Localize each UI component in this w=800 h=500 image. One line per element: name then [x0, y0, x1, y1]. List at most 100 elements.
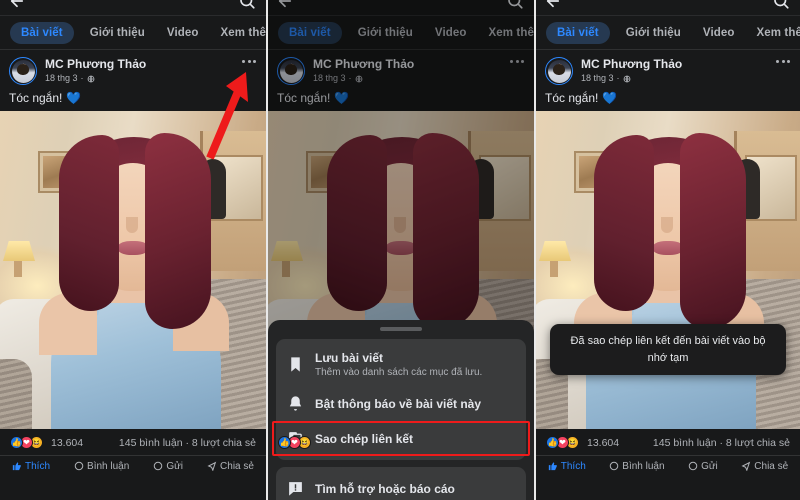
- like-button[interactable]: Thích: [548, 461, 586, 472]
- hair-front-right: [680, 133, 746, 329]
- sheet-item-report[interactable]: Tìm hỗ trợ hoặc báo cáo: [276, 471, 526, 500]
- post-photo[interactable]: Đã sao chép liên kết đến bài viết vào bộ…: [536, 111, 800, 429]
- hair-front-left: [59, 135, 119, 311]
- post-caption: Tóc ngắn! 💙: [0, 88, 266, 111]
- reaction-count: 13.604: [51, 436, 84, 449]
- sheet-item-notifications[interactable]: Bật thông báo về bài viết này: [276, 386, 526, 421]
- avatar[interactable]: [9, 57, 37, 85]
- sheet-primary-card: Lưu bài viết Thêm vào danh sách các mục …: [272, 339, 530, 460]
- tab-more[interactable]: Xem thêm: [751, 22, 800, 44]
- post-header-3: MC Phương Thảo 18 thg 3 ·: [536, 50, 800, 88]
- tab-more-label: Xem thêm: [220, 26, 266, 39]
- send-button[interactable]: Gửi: [153, 461, 183, 472]
- share-button[interactable]: Chia sẻ: [207, 461, 254, 472]
- more-options-icon[interactable]: [776, 60, 790, 63]
- share-button-label: Chia sẻ: [220, 460, 254, 472]
- share-icon: [741, 461, 751, 471]
- post-meta: 18 thg 3 ·: [581, 73, 682, 84]
- send-icon: [688, 461, 698, 471]
- reaction-icons: 👍 ❤ 😆: [10, 436, 43, 449]
- post-caption: Tóc ngắn! 💙: [536, 88, 800, 111]
- post-author-name[interactable]: MC Phương Thảo: [581, 57, 682, 72]
- like-reaction-icon: 👍: [10, 436, 23, 449]
- comments-shares-count[interactable]: 145 bình luận · 8 lượt chia sẻ: [119, 437, 256, 449]
- reaction-bar: 👍 ❤ 😆 13.604 145 bình luận · 8 lượt chia…: [0, 429, 266, 456]
- sheet-item-title: Bật thông báo về bài viết này: [315, 396, 482, 411]
- sheet-item-text-block: Lưu bài viết Thêm vào danh sách các mục …: [315, 351, 482, 378]
- nose: [661, 217, 673, 233]
- report-icon: [287, 479, 304, 498]
- post-meta: 18 thg 3 ·: [45, 73, 146, 84]
- post-options-sheet: Lưu bài viết Thêm vào danh sách các mục …: [268, 320, 534, 500]
- avatar-image: [11, 59, 35, 83]
- back-arrow-icon[interactable]: [8, 0, 26, 10]
- more-options-icon[interactable]: [242, 60, 256, 63]
- tab-video[interactable]: Video: [697, 22, 741, 44]
- comment-button[interactable]: Bình luận: [74, 461, 129, 472]
- tab-about[interactable]: Giới thiệu: [620, 22, 687, 44]
- avatar-image: [547, 59, 571, 83]
- photo-subject: [568, 129, 768, 429]
- send-button-label: Gửi: [701, 460, 718, 472]
- tab-more-label: Xem thêm: [756, 26, 800, 39]
- search-icon[interactable]: [772, 0, 790, 10]
- share-icon: [207, 461, 217, 471]
- sheet-item-save-post[interactable]: Lưu bài viết Thêm vào danh sách các mục …: [276, 343, 526, 386]
- post-author-name[interactable]: MC Phương Thảo: [45, 57, 146, 72]
- meta-separator: ·: [616, 73, 620, 84]
- copy-link-toast: Đã sao chép liên kết đến bài viết vào bộ…: [550, 324, 786, 375]
- back-arrow-icon[interactable]: [544, 0, 562, 10]
- share-button[interactable]: Chia sẻ: [741, 461, 788, 472]
- sheet-item-copy-link[interactable]: Sao chép liên kết: [272, 421, 530, 456]
- hair-front-right: [145, 133, 211, 329]
- comment-icon: [610, 461, 619, 471]
- like-button-label: Thích: [25, 460, 51, 472]
- comment-button[interactable]: Bình luận: [609, 460, 665, 472]
- meta-separator: ·: [80, 73, 84, 84]
- comment-button-label: Bình luận: [622, 460, 665, 472]
- thumbs-up-icon: [548, 462, 557, 471]
- panel-step-2: Bài viết Giới thiệu Video Xem thêm MC Ph…: [266, 0, 534, 500]
- profile-tabs: Bài viết Giới thiệu Video Xem thêm: [0, 16, 266, 50]
- panel-step-3: Bài viết Giới thiệu Video Xem thêm MC Ph…: [534, 0, 800, 500]
- post-photo[interactable]: [0, 111, 266, 429]
- reaction-summary[interactable]: 👍 ❤ 😆 13.604: [10, 436, 83, 449]
- search-icon[interactable]: [238, 0, 256, 10]
- lamp-base: [550, 261, 558, 277]
- like-button[interactable]: Thích: [12, 461, 50, 472]
- like-button-label: Thích: [560, 460, 586, 472]
- tab-video[interactable]: Video: [161, 22, 205, 44]
- post-author-block: MC Phương Thảo 18 thg 3 ·: [581, 57, 682, 84]
- like-reaction-icon: 👍: [546, 436, 559, 449]
- panel-step-1: Bài viết Giới thiệu Video Xem thêm MC Ph…: [0, 0, 266, 500]
- tab-posts[interactable]: Bài viết: [546, 21, 610, 44]
- sheet-drag-handle[interactable]: [380, 327, 422, 331]
- photo-subject: [33, 129, 233, 429]
- post-header: MC Phương Thảo 18 thg 3 ·: [0, 50, 266, 88]
- tab-more[interactable]: Xem thêm: [215, 22, 266, 44]
- globe-icon: [623, 75, 630, 83]
- reaction-bar: 👍 ❤ 😆 13.604 145 bình luận · 8 lượt chia…: [536, 429, 800, 456]
- send-icon: [154, 461, 163, 471]
- screenshot-stage: Bài viết Giới thiệu Video Xem thêm MC Ph…: [0, 0, 800, 500]
- lamp-base: [14, 261, 22, 277]
- comments-shares-count[interactable]: 145 bình luận · 8 lượt chia sẻ: [653, 437, 790, 449]
- blue-heart-icon: 💙: [66, 91, 82, 105]
- post-date: 18 thg 3: [581, 73, 614, 84]
- reaction-summary[interactable]: 👍 ❤ 😆 13.604: [546, 436, 619, 449]
- globe-icon: [87, 75, 94, 83]
- sheet-item-title: Sao chép liên kết: [315, 431, 414, 446]
- bookmark-icon: [287, 355, 304, 374]
- sheet-item-title: Tìm hỗ trợ hoặc báo cáo: [315, 481, 455, 496]
- share-button-label: Chia sẻ: [754, 460, 789, 472]
- send-button-label: Gửi: [166, 460, 184, 472]
- like-reaction-icon: 👍: [278, 436, 291, 449]
- post-date: 18 thg 3: [45, 73, 78, 84]
- tab-posts[interactable]: Bài viết: [10, 21, 74, 44]
- post-caption-text: Tóc ngắn!: [545, 91, 599, 105]
- avatar[interactable]: [545, 57, 573, 85]
- send-button[interactable]: Gửi: [688, 461, 718, 472]
- tab-about[interactable]: Giới thiệu: [84, 22, 151, 44]
- comment-icon: [74, 461, 84, 471]
- hair-front-left: [594, 135, 654, 311]
